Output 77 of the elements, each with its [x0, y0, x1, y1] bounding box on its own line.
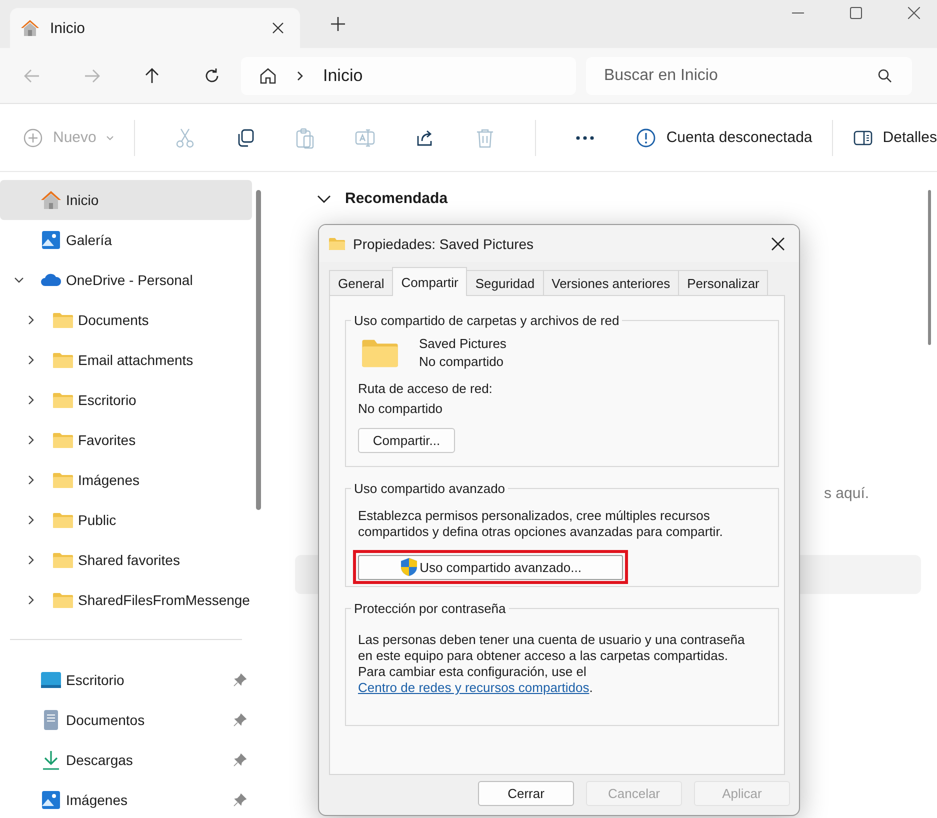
- sidebar-item[interactable]: Inicio: [0, 180, 252, 220]
- info-icon: [636, 128, 656, 148]
- caret-icon: [106, 134, 114, 142]
- sidebar-item[interactable]: Documents: [0, 300, 252, 340]
- empty-message: s aquí.: [824, 485, 870, 502]
- chevron-right-icon[interactable]: [26, 555, 36, 565]
- section-title: Recomendada: [345, 190, 448, 207]
- refresh-icon[interactable]: [203, 66, 221, 84]
- sidebar-item[interactable]: Email attachments: [0, 340, 252, 380]
- plus-icon: [23, 128, 43, 148]
- sidebar-item[interactable]: SharedFilesFromMessenge: [0, 580, 252, 620]
- browser-tab[interactable]: Inicio: [10, 8, 300, 48]
- desktop-icon: [40, 669, 62, 691]
- advanced-sharing-button[interactable]: Uso compartido avanzado...: [358, 554, 623, 580]
- download-icon: [40, 749, 62, 771]
- new-tab-icon[interactable]: [331, 17, 345, 31]
- shield-icon: [400, 557, 418, 577]
- search-icon[interactable]: [878, 68, 892, 82]
- sidebar-item[interactable]: Favorites: [0, 420, 252, 460]
- scrollbar-thumb[interactable]: [928, 190, 930, 345]
- share-status: No compartido: [419, 354, 505, 369]
- chevron-right-icon[interactable]: [26, 515, 36, 525]
- folder-icon: [361, 338, 399, 368]
- chevron-right-icon[interactable]: [26, 395, 36, 405]
- link[interactable]: Centro de redes y recursos compartidos: [358, 680, 590, 695]
- chevron-right-icon[interactable]: [26, 435, 36, 445]
- maximize-icon[interactable]: [850, 7, 862, 19]
- dialog-title: Propiedades: Saved Pictures: [353, 236, 535, 252]
- sidebar-item[interactable]: Imágenes: [0, 460, 252, 500]
- group-label: Uso compartido avanzado: [353, 481, 506, 496]
- close-icon[interactable]: [272, 22, 284, 34]
- chevron-right-icon[interactable]: [26, 475, 36, 485]
- dialog-button[interactable]: Cerrar: [478, 781, 574, 806]
- sidebar-item[interactable]: Escritorio: [0, 380, 252, 420]
- group-label: Protección por contraseña: [353, 601, 507, 616]
- pin-icon[interactable]: [233, 713, 247, 727]
- minimize-icon[interactable]: [792, 12, 804, 14]
- path-label: Ruta de acceso de red:: [358, 380, 494, 398]
- sidebar-item[interactable]: OneDrive - Personal: [0, 260, 252, 300]
- sidebar-item[interactable]: Documentos: [0, 700, 252, 740]
- close-icon[interactable]: [771, 236, 785, 250]
- group-label: Uso compartido de carpetas y archivos de red: [353, 313, 620, 328]
- up-arrow-icon[interactable]: [143, 66, 161, 84]
- home-icon: [40, 189, 62, 211]
- description-text: Las personas deben tener una cuenta de usuario y una contraseña en este equipo para obtener acceso a las carpetas compartidas. Para cambiar esta configuración, use el Centro de redes y recursos compartidos.: [358, 632, 746, 696]
- chevron-right-icon[interactable]: [26, 595, 36, 605]
- sidebar-item[interactable]: Descargas: [0, 740, 252, 780]
- dialog-tab[interactable]: Compartir: [392, 267, 468, 296]
- close-icon[interactable]: [908, 7, 920, 19]
- details-button[interactable]: Detalles: [852, 128, 937, 148]
- pin-icon[interactable]: [233, 793, 247, 807]
- sidebar-item[interactable]: Escritorio: [0, 660, 252, 700]
- sidebar-item[interactable]: Galería: [0, 220, 252, 260]
- gallery-icon: [40, 229, 62, 251]
- chevron-down-icon[interactable]: [14, 275, 24, 285]
- pin-icon[interactable]: [233, 673, 247, 687]
- home-icon: [20, 18, 40, 38]
- chevron-right-icon[interactable]: [26, 355, 36, 365]
- share-button[interactable]: Compartir...: [358, 428, 455, 453]
- sidebar-item[interactable]: Imágenes: [0, 780, 252, 818]
- account-status-button[interactable]: Cuenta desconectada: [636, 128, 812, 148]
- breadcrumb-item[interactable]: Inicio: [323, 66, 363, 86]
- chevron-right-icon[interactable]: [295, 70, 305, 80]
- chevron-right-icon[interactable]: [26, 315, 36, 325]
- address-bar[interactable]: Inicio: [241, 56, 576, 94]
- pictures-icon: [40, 789, 62, 811]
- sidebar-item[interactable]: Shared favorites: [0, 540, 252, 580]
- pin-icon[interactable]: [233, 753, 247, 767]
- description-text: Establezca permisos personalizados, cree múltiples recursos compartidos y defina otras opciones avanzadas para compartir.: [358, 508, 724, 540]
- folder-name: Saved Pictures: [419, 336, 506, 351]
- sidebar-item[interactable]: Public: [0, 500, 252, 540]
- home-icon: [259, 66, 277, 84]
- scrollbar-thumb[interactable]: [256, 190, 261, 510]
- search-field[interactable]: Buscar en Inicio: [586, 56, 912, 94]
- path-value: No compartido: [358, 400, 444, 418]
- dialog-tab[interactable]: General: [329, 270, 394, 295]
- dialog-tab[interactable]: Personalizar: [678, 270, 768, 295]
